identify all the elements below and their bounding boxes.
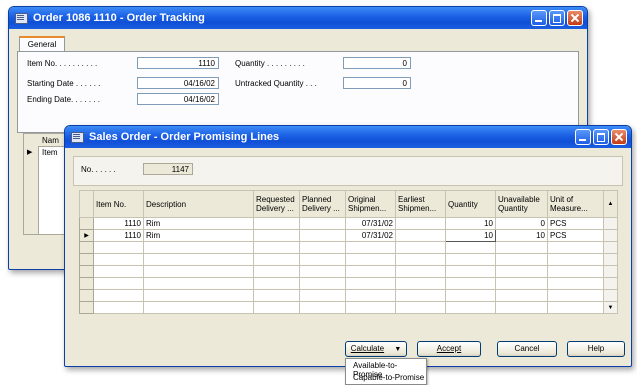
item-no-label: Item No. . . . . . . . . . [27,59,98,68]
table-row[interactable]: 1110 Rim 07/31/02 10 0 PCS [79,217,618,230]
grid-header-name: Nam [42,136,59,145]
table-row[interactable] [79,265,618,278]
accept-button[interactable]: Accept [417,341,481,357]
table-header-row: Item No. Description Requested Delivery … [79,190,618,218]
table-row[interactable] [79,241,618,254]
col-header[interactable]: Unavailable Quantity [495,190,548,218]
accept-label: Accept [436,344,462,353]
table-row[interactable] [79,289,618,302]
cell-original[interactable]: 07/31/02 [345,229,396,242]
cell-quantity[interactable]: 10 [445,217,496,230]
minimize-icon[interactable] [531,10,547,26]
cell-quantity-active[interactable]: 10 [445,229,496,242]
quantity-label: Quantity . . . . . . . . . [235,59,305,68]
close-icon[interactable] [567,10,583,26]
row-pointer-icon: ▶ [27,149,33,156]
cell-unavailable[interactable]: 10 [495,229,548,242]
table-row[interactable] [79,277,618,290]
maximize-icon[interactable] [593,129,609,145]
cell-description[interactable]: Rim [143,229,254,242]
calculate-dropdown-menu: Available-to-Promise Capable-to-Promise [345,358,427,385]
row-selector-header [79,190,94,218]
item-no-field[interactable]: 1110 [137,57,219,69]
scrollbar-down-icon[interactable]: ▼ [603,301,618,314]
order-promising-window: Sales Order - Order Promising Lines No. … [64,125,632,367]
col-header[interactable]: Earliest Shipmen... [395,190,446,218]
cell-item-no[interactable]: 1110 [93,229,144,242]
col-header[interactable]: Requested Delivery ... [253,190,300,218]
row-selector[interactable] [79,301,94,314]
no-label: No. . . . . . [81,165,116,174]
row-selector[interactable] [79,253,94,266]
table-row[interactable]: ▼ [79,301,618,314]
cell-unavailable[interactable]: 0 [495,217,548,230]
cell-description[interactable]: Rim [143,217,254,230]
minimize-icon[interactable] [575,129,591,145]
help-label: Help [587,344,605,353]
app-icon [71,131,84,143]
cell-planned[interactable] [299,229,346,242]
cell-uom[interactable]: PCS [547,217,604,230]
cell-uom[interactable]: PCS [547,229,604,242]
cell-earliest[interactable] [395,217,446,230]
cancel-label: Cancel [514,344,540,353]
grid-first-cell[interactable]: Item [42,148,58,157]
scrollbar-up-icon[interactable]: ▲ [603,190,618,218]
scrollbar-track[interactable] [603,217,618,230]
tab-general-label: General [27,40,57,49]
cell-requested[interactable] [253,217,300,230]
row-selector[interactable] [79,277,94,290]
cancel-button[interactable]: Cancel [497,341,557,357]
cell-earliest[interactable] [395,229,446,242]
close-icon[interactable] [611,129,627,145]
row-selector[interactable] [79,241,94,254]
order-tracking-titlebar[interactable]: Order 1086 1110 - Order Tracking [9,7,587,29]
untracked-quantity-field[interactable]: 0 [343,77,411,89]
calculate-label: Calculate [350,344,385,353]
row-selector[interactable] [79,289,94,302]
order-promising-title: Sales Order - Order Promising Lines [89,131,280,143]
promising-lines-table: Item No. Description Requested Delivery … [79,190,618,314]
table-row[interactable] [79,253,618,266]
starting-date-label: Starting Date . . . . . . [27,79,101,88]
menu-item-capable-to-promise[interactable]: Capable-to-Promise [353,373,424,382]
starting-date-field[interactable]: 04/16/02 [137,77,219,89]
untracked-quantity-label: Untracked Quantity . . . [235,79,317,88]
quantity-field[interactable]: 0 [343,57,411,69]
cell-original[interactable]: 07/31/02 [345,217,396,230]
col-header[interactable]: Quantity [445,190,496,218]
dropdown-arrow-icon: ▼ [394,346,402,353]
maximize-icon[interactable] [549,10,565,26]
order-promising-titlebar[interactable]: Sales Order - Order Promising Lines [65,126,631,148]
ending-date-field[interactable]: 04/16/02 [137,93,219,105]
col-header[interactable]: Description [143,190,254,218]
order-tracking-title: Order 1086 1110 - Order Tracking [33,12,205,24]
row-selector[interactable] [79,217,94,230]
calculate-button[interactable]: Calculate ▼ [345,341,407,357]
no-field: 1147 [143,163,193,175]
col-header[interactable]: Original Shipmen... [345,190,396,218]
cell-item-no[interactable]: 1110 [93,217,144,230]
col-header[interactable]: Item No. [93,190,144,218]
table-row[interactable]: ▶ 1110 Rim 07/31/02 10 10 PCS [79,229,618,242]
cell-planned[interactable] [299,217,346,230]
tab-general[interactable]: General [19,36,65,52]
scrollbar-track[interactable] [603,229,618,242]
row-selector[interactable] [79,265,94,278]
app-icon [15,12,28,24]
cell-requested[interactable] [253,229,300,242]
ending-date-label: Ending Date. . . . . . . [27,95,100,104]
help-button[interactable]: Help [567,341,625,357]
row-pointer-icon[interactable]: ▶ [79,229,94,242]
col-header[interactable]: Unit of Measure... [547,190,604,218]
col-header[interactable]: Planned Delivery ... [299,190,346,218]
